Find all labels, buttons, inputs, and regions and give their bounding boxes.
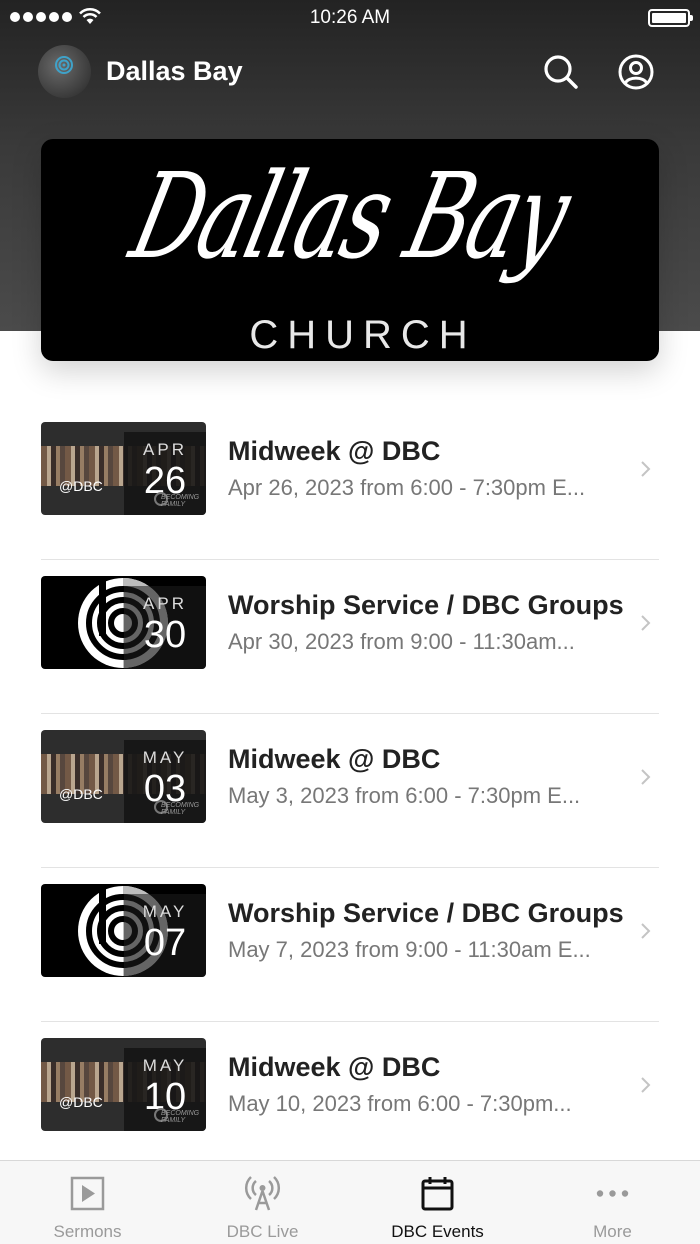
tab-more[interactable]: More [525,1161,700,1244]
thumbnail-tag: BECOMING FAMILY [161,802,200,816]
event-title: Midweek @ DBC [228,744,441,774]
event-subtitle: Apr 30, 2023 from 9:00 - 11:30am... [228,629,575,654]
tab-bar: Sermons DBC Live DBC Events More [0,1160,700,1244]
battery-icon [648,9,693,27]
tab-label: Sermons [53,1222,122,1241]
event-subtitle: May 10, 2023 from 6:00 - 7:30pm... [228,1091,572,1116]
thumbnail-tag: BECOMING FAMILY [161,1110,200,1124]
tab-label: DBC Events [391,1222,484,1241]
hero-script-logo: Dallas Bay [119,147,581,285]
event-thumbnail: APR 30 [41,576,206,669]
event-row[interactable]: @DBC MAY 10 BECOMING FAMILY Midweek @ DB… [0,1022,700,1176]
date-month: MAY [142,748,188,767]
event-title: Worship Service / DBC Groups [228,590,624,620]
tab-dbc-events[interactable]: DBC Events [350,1161,525,1244]
event-subtitle: May 3, 2023 from 6:00 - 7:30pm E... [228,783,581,808]
app-bar: Dallas Bay [0,40,700,104]
event-thumbnail: MAY 07 [41,884,206,977]
thumbnail-label: @DBC [59,1094,103,1110]
chevron-right-icon [641,615,651,631]
hero-banner[interactable]: Dallas Bay CHURCH [41,139,659,361]
account-icon [618,54,654,90]
event-subtitle: Apr 26, 2023 from 6:00 - 7:30pm E... [228,475,586,500]
date-month: MAY [142,902,188,921]
app-title: Dallas Bay [106,56,243,86]
tab-sermons[interactable]: Sermons [0,1161,175,1244]
event-subtitle: May 7, 2023 from 9:00 - 11:30am E... [228,937,591,962]
event-row[interactable]: APR 30 Worship Service / DBC Groups Apr … [0,560,700,714]
search-icon [544,55,578,89]
event-row[interactable]: MAY 07 Worship Service / DBC Groups May … [0,868,700,1022]
calendar-icon [421,1177,454,1211]
chevron-right-icon [641,1077,651,1093]
chevron-right-icon [641,461,651,477]
hero-subtitle: CHURCH [249,313,477,357]
date-month: APR [143,594,187,613]
event-title: Midweek @ DBC [228,1052,441,1082]
chevron-right-icon [641,923,651,939]
date-month: MAY [142,1056,188,1075]
event-row[interactable]: @DBC APR 26 BECOMING FAMILY Midweek @ DB… [0,406,700,560]
event-title: Worship Service / DBC Groups [228,898,624,928]
church-logo-icon [55,56,73,74]
date-day: 30 [143,614,187,656]
event-row[interactable]: @DBC MAY 03 BECOMING FAMILY Midweek @ DB… [0,714,700,868]
thumbnail-tag: BECOMING FAMILY [161,494,200,508]
play-icon [70,1176,105,1211]
date-day: 07 [143,922,187,964]
thumbnail-label: @DBC [59,478,103,494]
event-title: Midweek @ DBC [228,436,441,466]
tab-label: More [593,1222,632,1241]
event-thumbnail: @DBC APR 26 BECOMING FAMILY [41,422,206,515]
tab-dbc-live[interactable]: DBC Live [175,1161,350,1244]
more-icon [596,1190,629,1197]
event-thumbnail: @DBC MAY 10 BECOMING FAMILY [41,1038,206,1131]
date-badge: APR 30 [124,586,206,669]
app-logo[interactable] [38,45,91,98]
account-button[interactable] [616,52,656,92]
thumbnail-label: @DBC [59,786,103,802]
date-month: APR [143,440,187,459]
broadcast-icon [244,1176,281,1211]
date-badge: MAY 07 [124,894,206,977]
event-thumbnail: @DBC MAY 03 BECOMING FAMILY [41,730,206,823]
chevron-right-icon [641,769,651,785]
search-button[interactable] [541,52,581,92]
status-bar: 10:26 AM [0,0,700,36]
tab-label: DBC Live [226,1222,299,1241]
status-time: 10:26 AM [309,7,391,28]
